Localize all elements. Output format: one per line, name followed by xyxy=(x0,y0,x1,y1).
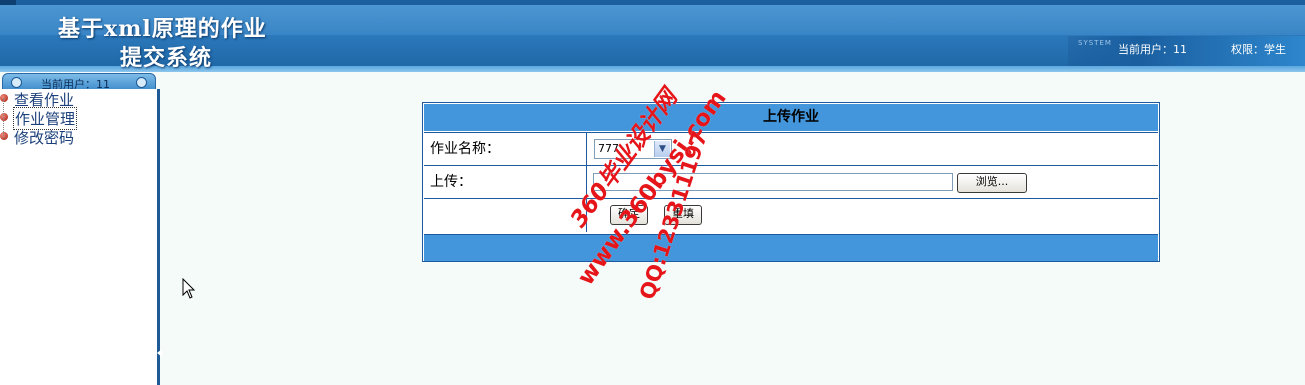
role-label: 权限：学生 xyxy=(1231,43,1286,56)
sidebar-item-label[interactable]: 修改密码 xyxy=(14,127,74,148)
header-corner xyxy=(0,0,16,5)
collapse-arrow-icon[interactable] xyxy=(157,349,162,357)
upload-row: 上传： 浏览... xyxy=(424,165,1158,198)
panel-splitter[interactable] xyxy=(157,89,160,385)
upload-form: 上传作业 作业名称： 777 ▼ 上传： 浏览... 确定 重填 xyxy=(422,102,1160,262)
homework-name-label: 作业名称： xyxy=(424,133,587,165)
tab-left-icon xyxy=(11,77,22,88)
app-title-line2: 提交系统 xyxy=(120,45,213,71)
upload-label: 上传： xyxy=(424,166,587,198)
nav-tree-line xyxy=(3,98,5,138)
app-header: 基于xml原理的作业 提交系统 SYSTEM 当前用户：11 权限：学生 xyxy=(0,0,1305,72)
form-title: 上传作业 xyxy=(424,104,1158,131)
buttons-row: 确定 重填 xyxy=(424,198,1158,232)
homework-name-row: 作业名称： 777 ▼ xyxy=(424,132,1158,165)
browse-button[interactable]: 浏览... xyxy=(957,173,1027,193)
sidebar: 查看作业 作业管理 修改密码 xyxy=(0,89,157,385)
user-info-bar: SYSTEM 当前用户：11 权限：学生 xyxy=(1068,36,1305,66)
system-tag: SYSTEM xyxy=(1078,39,1112,47)
current-user-label: 当前用户：11 xyxy=(1118,43,1187,56)
tab-right-icon[interactable] xyxy=(136,77,147,88)
form-footer xyxy=(424,234,1158,261)
mouse-cursor-icon xyxy=(182,278,196,299)
header-top-strip xyxy=(0,0,1305,5)
app-title-line1: 基于xml原理的作业 xyxy=(58,16,267,42)
